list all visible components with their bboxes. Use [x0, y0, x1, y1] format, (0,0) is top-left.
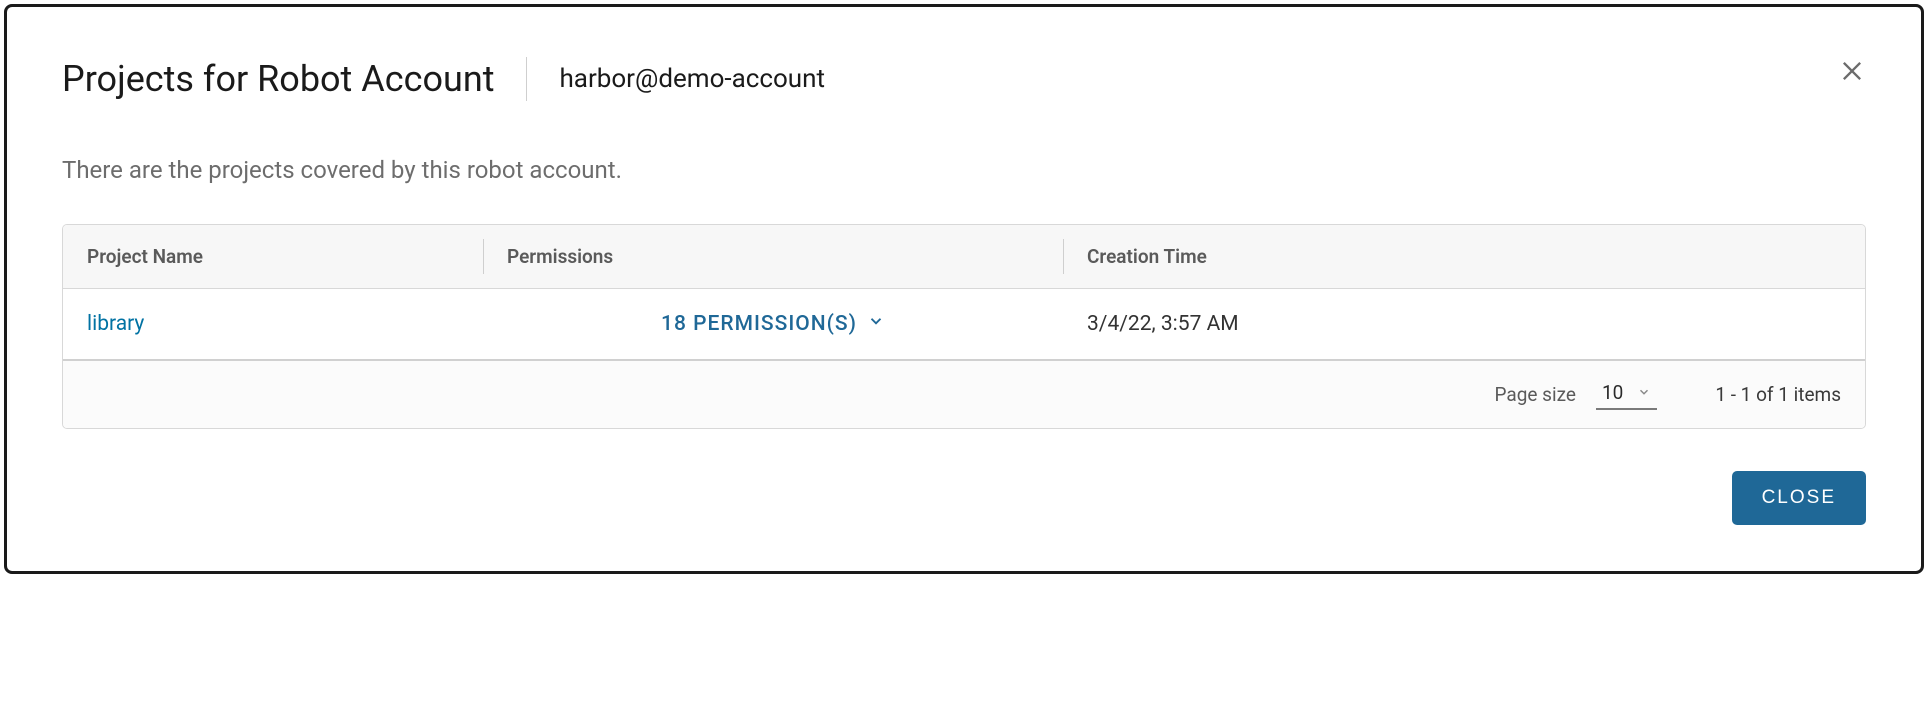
page-size-value: 10 [1602, 381, 1623, 404]
close-icon[interactable] [1838, 57, 1866, 89]
robot-account-name: harbor@demo-account [527, 64, 825, 94]
page-size-control: Page size 10 [1495, 379, 1658, 410]
column-header-project-name[interactable]: Project Name [63, 225, 483, 288]
table-header: Project Name Permissions Creation Time [63, 225, 1865, 289]
table-footer: Page size 10 1 - 1 of 1 items [63, 361, 1865, 428]
page-size-select[interactable]: 10 [1596, 379, 1657, 410]
chevron-down-icon [1637, 381, 1651, 404]
projects-table: Project Name Permissions Creation Time l… [62, 224, 1866, 429]
column-header-permissions[interactable]: Permissions [483, 225, 1063, 288]
dialog-footer: CLOSE [62, 471, 1866, 525]
page-size-label: Page size [1495, 383, 1576, 406]
close-button[interactable]: CLOSE [1732, 471, 1866, 525]
projects-robot-account-dialog: Projects for Robot Account harbor@demo-a… [4, 4, 1924, 574]
dialog-header: Projects for Robot Account harbor@demo-a… [62, 57, 1866, 101]
dialog-description: There are the projects covered by this r… [62, 156, 1866, 184]
column-header-creation-time[interactable]: Creation Time [1063, 225, 1865, 288]
pagination-summary: 1 - 1 of 1 items [1715, 383, 1841, 406]
permissions-label: 18 PERMISSION(S) [661, 312, 857, 336]
table-body: library 18 PERMISSION(S) 3/4/22, 3:57 AM [63, 289, 1865, 361]
permissions-dropdown[interactable]: 18 PERMISSION(S) [483, 292, 1063, 356]
table-row: library 18 PERMISSION(S) 3/4/22, 3:57 AM [63, 289, 1865, 359]
chevron-down-icon [867, 312, 885, 336]
project-link[interactable]: library [87, 312, 144, 336]
creation-time-cell: 3/4/22, 3:57 AM [1063, 292, 1865, 356]
dialog-title: Projects for Robot Account [62, 58, 526, 100]
